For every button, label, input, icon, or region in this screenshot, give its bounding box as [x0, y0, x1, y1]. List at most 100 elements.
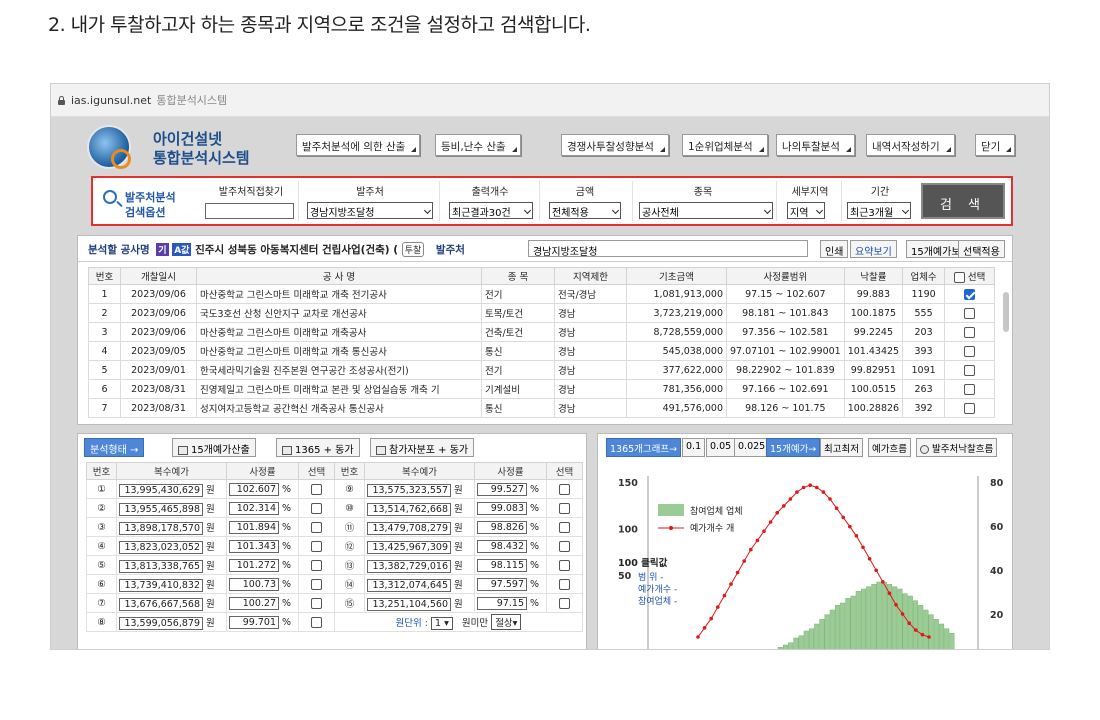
price-select-cell[interactable]	[298, 593, 335, 613]
price-checkbox[interactable]	[311, 578, 322, 590]
price-input[interactable]: 13,813,338,765	[119, 559, 203, 573]
price-select-cell[interactable]	[546, 555, 583, 575]
price-checkbox[interactable]	[559, 521, 570, 533]
price-select-cell[interactable]	[298, 574, 335, 594]
price-select-cell[interactable]	[546, 517, 583, 537]
period-select[interactable]: 최근3개월	[847, 202, 911, 219]
summary-button[interactable]: 요약보기	[850, 240, 897, 258]
rate-input[interactable]: 99.527	[477, 482, 527, 496]
step-0025-button[interactable]: 0.025	[734, 438, 770, 457]
row-checkbox[interactable]	[964, 307, 976, 319]
agency-direct-input[interactable]	[205, 203, 294, 219]
agency-select[interactable]: 경남지방조달청	[307, 202, 433, 219]
row-select-cell[interactable]	[944, 322, 996, 342]
price-checkbox[interactable]	[559, 578, 570, 590]
rate-input[interactable]: 97.597	[477, 577, 527, 591]
row-select-cell[interactable]	[944, 341, 996, 361]
output-count-select[interactable]: 최근결과30건	[449, 202, 533, 219]
price-select-cell[interactable]	[298, 555, 335, 575]
price-input[interactable]: 13,312,074,645	[367, 578, 451, 592]
rate-input[interactable]: 98.115	[477, 558, 527, 572]
toolbar-my-bid-button[interactable]: 나의투찰분석	[776, 134, 855, 156]
toolbar-first-rank-button[interactable]: 1순위업체분석	[682, 134, 768, 156]
price-flow-button[interactable]: 예가흐름	[868, 438, 911, 457]
price-input[interactable]: 13,995,430,629	[119, 483, 203, 497]
price-input[interactable]: 13,599,056,879	[119, 616, 203, 630]
price-input[interactable]: 13,676,667,568	[119, 597, 203, 611]
step-01-button[interactable]: 0.1	[682, 438, 706, 457]
bid-pill[interactable]: 투찰	[401, 242, 425, 257]
table-row[interactable]: 4 2023/09/05 마산중학교 그린스마트 미래학교 개축 통신공사 통신 경남 5…	[88, 341, 996, 361]
price-input[interactable]: 13,251,104,560	[367, 597, 451, 611]
price-checkbox[interactable]	[559, 597, 570, 609]
1365-button[interactable]: 1365 + 동가	[276, 438, 360, 457]
price-select-cell[interactable]	[298, 498, 335, 518]
row-checkbox[interactable]	[964, 326, 976, 338]
max-min-button[interactable]: 최고최저	[820, 438, 863, 457]
price-input[interactable]: 13,898,178,570	[119, 521, 203, 535]
price-select-cell[interactable]	[298, 517, 335, 537]
select-all-checkbox[interactable]	[953, 272, 965, 283]
rate-input[interactable]: 101.272	[229, 558, 279, 572]
row-select-cell[interactable]	[944, 398, 996, 418]
amount-select[interactable]: 전체적용	[549, 202, 621, 219]
table-row[interactable]: 1 2023/09/06 마산중학교 그린스마트 미래학교 개축 전기공사 전기 전국/…	[88, 284, 996, 304]
analysis-mode-button[interactable]: 분석형태 →	[84, 438, 145, 457]
rate-input[interactable]: 99.083	[477, 501, 527, 515]
rounding-select[interactable]: 절상▾	[491, 614, 522, 630]
price-checkbox[interactable]	[311, 597, 322, 609]
price-checkbox[interactable]	[311, 521, 322, 533]
price-checkbox[interactable]	[559, 483, 570, 495]
row-select-cell[interactable]	[944, 303, 996, 323]
toolbar-close-button[interactable]: 닫기	[975, 134, 1016, 156]
row-select-cell[interactable]	[944, 284, 996, 304]
price-input[interactable]: 13,425,967,309	[367, 540, 451, 554]
price-select-cell[interactable]	[546, 536, 583, 556]
rate-input[interactable]: 98.432	[477, 539, 527, 553]
region-select[interactable]: 지역	[787, 202, 825, 219]
price-select-cell[interactable]	[546, 479, 583, 499]
results-scrollbar[interactable]	[1003, 292, 1009, 332]
table-row[interactable]: 3 2023/09/06 마산중학교 그린스마트 미래학교 개축공사 건축/토건 경남 8…	[88, 322, 996, 342]
graph-1365-button[interactable]: 1365개그래프→	[606, 438, 682, 457]
toolbar-ratio-button[interactable]: 등비,난수 산출	[435, 134, 521, 156]
price-input[interactable]: 13,823,023,052	[119, 540, 203, 554]
rate-input[interactable]: 101.343	[229, 539, 279, 553]
item-select[interactable]: 공사전체	[639, 202, 773, 219]
row-checkbox[interactable]	[964, 288, 976, 300]
price-checkbox[interactable]	[311, 502, 322, 514]
table-row[interactable]: 6 2023/08/31 진영제일고 그린스마트 미래학교 본관 및 상업실습동 개…	[88, 379, 996, 399]
price-input[interactable]: 13,575,323,557	[367, 483, 451, 497]
price-input[interactable]: 13,739,410,832	[119, 578, 203, 592]
price-select-cell[interactable]	[546, 574, 583, 594]
rate-input[interactable]: 100.27	[229, 596, 279, 610]
step-005-button[interactable]: 0.05	[706, 438, 736, 457]
price-checkbox[interactable]	[559, 540, 570, 552]
address-bar[interactable]: ias.igunsul.net 통합분석시스템	[51, 84, 1049, 117]
fifteen-calc-button[interactable]: 15개예가산출	[172, 438, 256, 457]
unit-select[interactable]: 1 ▾	[431, 617, 453, 630]
fifteen-price-toggle-button[interactable]: 15개예가→	[766, 438, 821, 457]
rate-input[interactable]: 98.826	[477, 520, 527, 534]
price-select-cell[interactable]	[298, 479, 335, 499]
price-checkbox[interactable]	[311, 616, 322, 628]
price-checkbox[interactable]	[559, 559, 570, 571]
price-select-cell[interactable]	[546, 593, 583, 613]
price-select-cell[interactable]	[546, 498, 583, 518]
price-checkbox[interactable]	[311, 483, 322, 495]
search-button[interactable]: 검 색	[921, 183, 1005, 219]
table-row[interactable]: 2 2023/09/06 국도3호선 산청 신안지구 교차로 개선공사 토목/토건 경남…	[88, 303, 996, 323]
rate-input[interactable]: 102.607	[229, 482, 279, 496]
price-input[interactable]: 13,955,465,898	[119, 502, 203, 516]
col-select[interactable]: 선택	[944, 267, 996, 285]
price-checkbox[interactable]	[559, 502, 570, 514]
toolbar-competitor-button[interactable]: 경쟁사투찰성향분석	[561, 134, 669, 156]
price-input[interactable]: 13,514,762,668	[367, 502, 451, 516]
participant-dist-button[interactable]: 참가자분포 + 동가	[370, 438, 475, 457]
row-select-cell[interactable]	[944, 379, 996, 399]
rate-input[interactable]: 100.73	[229, 577, 279, 591]
apply-selection-button[interactable]: 선택적용	[958, 240, 1005, 258]
rate-input[interactable]: 102.314	[229, 501, 279, 515]
price-input[interactable]: 13,382,729,016	[367, 559, 451, 573]
row-checkbox[interactable]	[964, 383, 976, 395]
